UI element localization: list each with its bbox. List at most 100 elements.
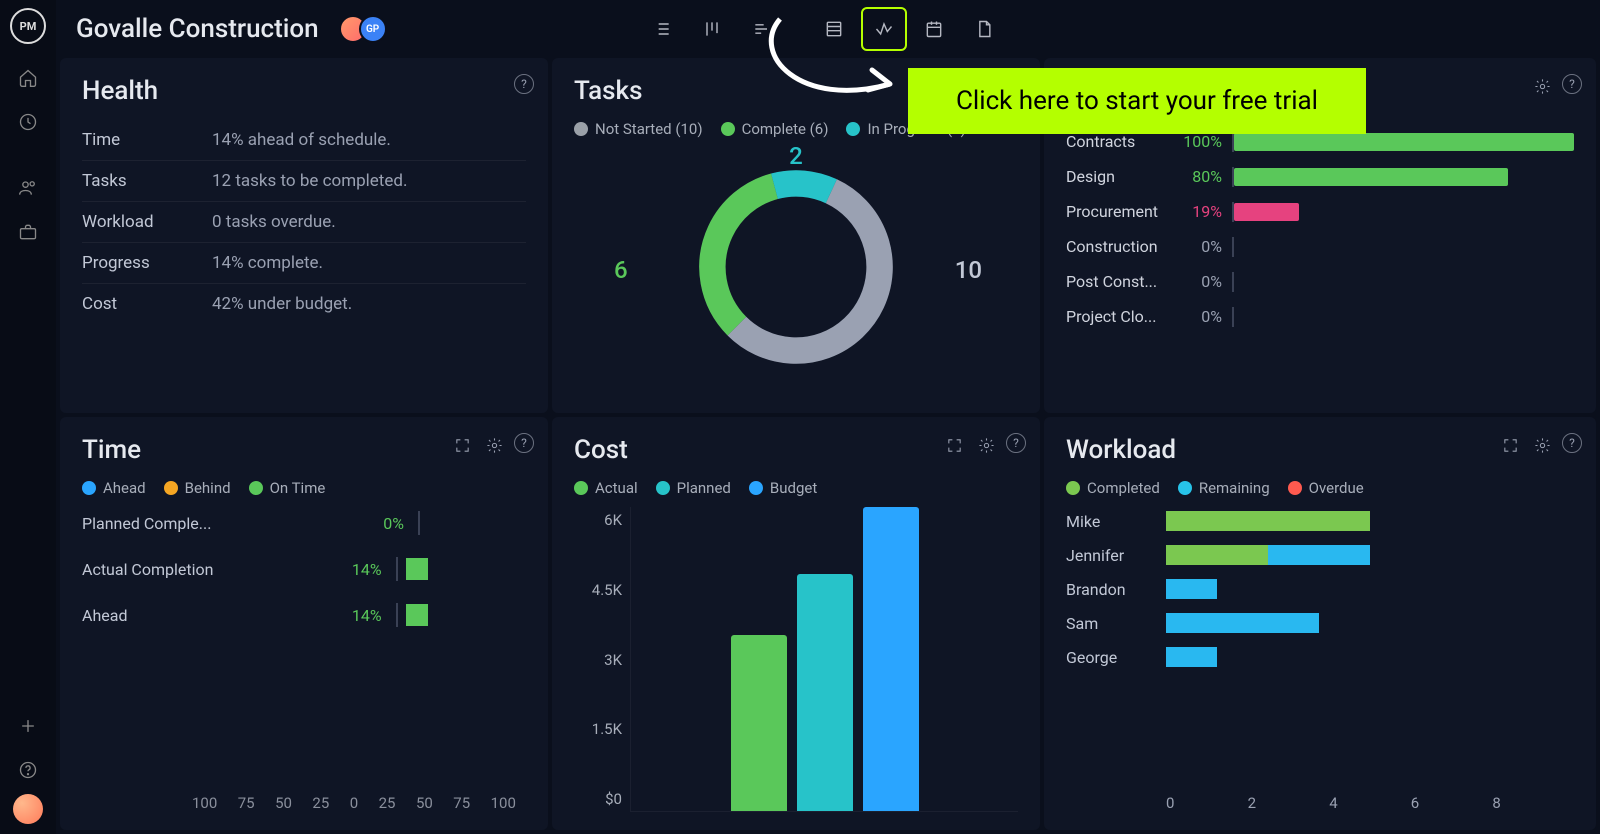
- help-icon[interactable]: ?: [1006, 433, 1026, 453]
- legend-item[interactable]: On Time: [249, 479, 326, 497]
- briefcase-icon[interactable]: [8, 212, 48, 252]
- view-tabs: [641, 9, 1005, 49]
- legend-item[interactable]: Actual: [574, 479, 638, 497]
- legend-item[interactable]: Budget: [749, 479, 817, 497]
- gear-icon[interactable]: [1530, 433, 1554, 457]
- app-logo[interactable]: PM: [10, 8, 46, 44]
- help-icon[interactable]: [8, 750, 48, 790]
- home-icon[interactable]: [8, 58, 48, 98]
- legend-item[interactable]: Not Started (10): [574, 120, 703, 138]
- expand-icon[interactable]: [450, 433, 474, 457]
- project-title: Govalle Construction: [76, 14, 319, 44]
- progress-bar: [1232, 133, 1574, 151]
- legend-dot: [164, 481, 178, 495]
- help-icon[interactable]: ?: [1562, 433, 1582, 453]
- workload-name: Mike: [1066, 512, 1156, 531]
- health-label: Time: [82, 130, 212, 150]
- view-board-icon[interactable]: [691, 9, 733, 49]
- time-label: Planned Comple...: [82, 514, 232, 533]
- gear-icon[interactable]: [974, 433, 998, 457]
- progress-label: Construction: [1066, 237, 1166, 256]
- expand-icon[interactable]: [942, 433, 966, 457]
- progress-label: Procurement: [1066, 202, 1166, 221]
- legend-label: Overdue: [1309, 479, 1364, 497]
- workload-legend: Completed Remaining Overdue: [1066, 479, 1574, 497]
- time-label: Ahead: [82, 606, 232, 625]
- progress-bar: [1232, 238, 1574, 256]
- progress-label: Post Const...: [1066, 272, 1166, 291]
- avatar-stack[interactable]: GP: [339, 15, 387, 43]
- progress-row: Contracts 100%: [1066, 132, 1574, 151]
- time-bar: [406, 604, 428, 626]
- health-row: Time14% ahead of schedule.: [82, 120, 526, 161]
- legend-item[interactable]: Behind: [164, 479, 231, 497]
- view-dashboard-icon[interactable]: [863, 9, 905, 49]
- progress-label: Design: [1066, 167, 1166, 186]
- panel-workload: ? Workload CompletedRemainingOverdue Mik…: [1044, 417, 1596, 830]
- legend-label: Complete (6): [742, 120, 829, 138]
- view-file-icon[interactable]: [963, 9, 1005, 49]
- health-label: Progress: [82, 253, 212, 273]
- progress-bar: [1232, 308, 1574, 326]
- workload-seg: [1166, 613, 1319, 633]
- cta-banner[interactable]: Click here to start your free trial: [908, 68, 1366, 134]
- workload-row: Brandon: [1066, 579, 1574, 599]
- legend-dot: [846, 122, 860, 136]
- workload-row: George: [1066, 647, 1574, 667]
- health-row: Workload0 tasks overdue.: [82, 202, 526, 243]
- plus-icon[interactable]: [8, 706, 48, 746]
- legend-dot: [82, 481, 96, 495]
- legend-item[interactable]: Planned: [656, 479, 731, 497]
- workload-row: Sam: [1066, 613, 1574, 633]
- gear-icon[interactable]: [482, 433, 506, 457]
- cost-bar-budget: [863, 507, 919, 811]
- legend-dot: [574, 122, 588, 136]
- health-label: Workload: [82, 212, 212, 232]
- progress-row: Procurement 19%: [1066, 202, 1574, 221]
- help-icon[interactable]: ?: [514, 433, 534, 453]
- expand-icon[interactable]: [1498, 433, 1522, 457]
- view-calendar-icon[interactable]: [913, 9, 955, 49]
- health-value: 0 tasks overdue.: [212, 212, 336, 232]
- health-value: 14% ahead of schedule.: [212, 130, 391, 150]
- topbar: Govalle Construction GP: [56, 0, 1600, 58]
- workload-name: Brandon: [1066, 580, 1156, 599]
- user-avatar[interactable]: [13, 794, 43, 824]
- donut-val-left: 6: [614, 256, 628, 284]
- gear-icon[interactable]: [1530, 74, 1554, 98]
- workload-bar: [1166, 613, 1574, 633]
- clock-icon[interactable]: [8, 102, 48, 142]
- health-value: 14% complete.: [212, 253, 323, 273]
- health-row: Tasks12 tasks to be completed.: [82, 161, 526, 202]
- help-icon[interactable]: ?: [514, 74, 534, 94]
- workload-seg: [1166, 545, 1268, 565]
- legend-label: Budget: [770, 479, 817, 497]
- legend-label: Completed: [1087, 479, 1160, 497]
- legend-dot: [1066, 481, 1080, 495]
- help-icon[interactable]: ?: [1562, 74, 1582, 94]
- workload-seg: [1166, 511, 1370, 531]
- view-list-icon[interactable]: [641, 9, 683, 49]
- progress-row: Post Const... 0%: [1066, 272, 1574, 291]
- view-gantt-icon[interactable]: [741, 9, 783, 49]
- people-icon[interactable]: [8, 168, 48, 208]
- time-axis: 1007550250255075100: [82, 794, 526, 812]
- workload-bar: [1166, 647, 1574, 667]
- legend-item[interactable]: Ahead: [82, 479, 146, 497]
- legend-label: On Time: [270, 479, 326, 497]
- time-bar: [406, 558, 428, 580]
- time-row: Ahead 14%: [82, 603, 526, 627]
- avatar-2[interactable]: GP: [359, 15, 387, 43]
- legend-item[interactable]: Overdue: [1288, 479, 1364, 497]
- legend-item[interactable]: Remaining: [1178, 479, 1270, 497]
- health-row: Cost42% under budget.: [82, 284, 526, 324]
- workload-name: George: [1066, 648, 1156, 667]
- dashboard-grid: ? Health Time14% ahead of schedule.Tasks…: [56, 58, 1600, 834]
- view-sheet-icon[interactable]: [813, 9, 855, 49]
- donut-val-top: 2: [789, 142, 803, 170]
- health-title: Health: [82, 76, 526, 106]
- panel-cost: ? Cost ActualPlannedBudget 6K4.5K3K1.5K$…: [552, 417, 1040, 830]
- legend-item[interactable]: Completed: [1066, 479, 1160, 497]
- progress-pct: 100%: [1176, 132, 1222, 151]
- legend-item[interactable]: Complete (6): [721, 120, 829, 138]
